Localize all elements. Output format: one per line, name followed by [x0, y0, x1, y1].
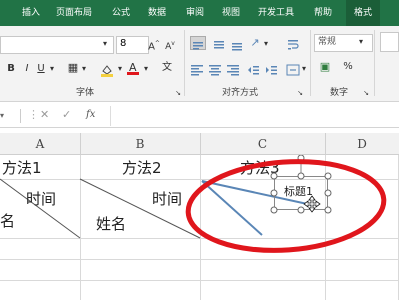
cell-a1[interactable]: 方法1	[2, 157, 42, 178]
cell-a2-time: 时间	[26, 190, 57, 208]
ribbon-tab-strip: 插入 页面布局 公式 数据 审阅 视图 开发工具 帮助 格式	[0, 0, 399, 26]
merge-center-icon[interactable]	[286, 62, 300, 76]
percent-style-icon[interactable]: %	[342, 60, 354, 74]
font-group-label: 字体	[76, 88, 95, 98]
phonetic-icon[interactable]: 文	[160, 61, 174, 75]
increase-font-icon[interactable]: A^	[148, 37, 160, 54]
font-name-box[interactable]	[0, 36, 114, 54]
formula-input[interactable]	[110, 106, 399, 126]
orientation-dropdown-icon[interactable]: ▾	[262, 37, 270, 51]
font-dialog-launcher-icon[interactable]: ↘	[174, 86, 182, 100]
column-header-c[interactable]: C	[200, 133, 326, 155]
underline-icon[interactable]: U	[36, 62, 46, 76]
column-header-b[interactable]: B	[80, 133, 201, 155]
name-box-dropdown-icon[interactable]: ▾	[0, 106, 8, 126]
cell-b1[interactable]: 方法2	[122, 157, 162, 178]
bold-icon[interactable]: B	[6, 62, 16, 76]
group-separator	[310, 30, 311, 96]
styles-gallery[interactable]	[380, 32, 399, 52]
column-header-row: A B C D	[0, 133, 399, 155]
fill-dropdown-icon[interactable]: ▾	[116, 62, 124, 76]
align-center-icon[interactable]	[208, 62, 222, 76]
font-name-dropdown-icon[interactable]: ▾	[100, 37, 110, 51]
tab-help[interactable]: 帮助	[314, 0, 332, 26]
cell-a2-name: 名	[0, 212, 16, 230]
font-size-box[interactable]: 8	[116, 36, 149, 54]
increase-indent-icon[interactable]	[264, 62, 278, 76]
column-header-d[interactable]: D	[325, 133, 399, 155]
orientation-icon[interactable]: ↗	[248, 36, 262, 50]
formula-menu-icon[interactable]: ⋮	[28, 108, 40, 122]
insert-function-icon[interactable]: fx	[86, 107, 102, 123]
tab-data[interactable]: 数据	[148, 0, 166, 26]
tab-formulas[interactable]: 公式	[112, 0, 130, 26]
alignment-dialog-launcher-icon[interactable]: ↘	[296, 86, 304, 100]
worksheet-grid[interactable]: 方法1 方法2 方法3 时间 名 时间 姓名 标题1	[0, 155, 399, 300]
cell-b2-time: 时间	[152, 190, 183, 208]
font-color-dropdown-icon[interactable]: ▾	[142, 62, 150, 76]
font-color-icon[interactable]: A	[126, 60, 140, 76]
border-icon[interactable]: ▦	[66, 61, 80, 75]
number-dialog-launcher-icon[interactable]: ↘	[362, 86, 370, 100]
tab-insert[interactable]: 插入	[22, 0, 40, 26]
accounting-format-icon[interactable]: ▣	[318, 60, 332, 74]
group-separator	[374, 30, 375, 96]
ribbon-panel: ▾ 8 A^ Av B I U ▾ ▦ ▾ ▾ A ▾ 文 字体 ↘ ↗ ▾ ▾…	[0, 26, 399, 102]
tab-page-layout[interactable]: 页面布局	[56, 0, 92, 26]
alignment-group-label: 对齐方式	[222, 88, 259, 98]
formula-divider	[20, 109, 21, 123]
border-dropdown-icon[interactable]: ▾	[80, 62, 88, 76]
formula-bar: ▾ ⋮ ✕ ✓ fx	[0, 104, 399, 128]
wrap-text-icon[interactable]	[286, 36, 300, 50]
align-left-icon[interactable]	[190, 62, 204, 76]
middle-align-icon[interactable]	[212, 36, 226, 50]
tab-format[interactable]: 格式	[346, 0, 381, 26]
italic-icon[interactable]: I	[22, 62, 32, 76]
cell-b2-name: 姓名	[96, 215, 127, 233]
fill-color-icon[interactable]	[100, 62, 114, 77]
number-group-label: 数字	[330, 88, 349, 98]
decrease-indent-icon[interactable]	[246, 62, 260, 76]
red-annotation-ellipse	[185, 159, 387, 253]
top-align-icon[interactable]	[190, 36, 206, 50]
decrease-font-icon[interactable]: Av	[164, 37, 176, 54]
tab-developer[interactable]: 开发工具	[258, 0, 294, 26]
group-separator	[184, 30, 185, 96]
enter-icon[interactable]: ✓	[62, 107, 76, 123]
merge-dropdown-icon[interactable]: ▾	[300, 62, 308, 76]
column-header-a[interactable]: A	[0, 133, 81, 155]
bottom-align-icon[interactable]	[230, 36, 244, 51]
number-format-dropdown-icon[interactable]: ▾	[356, 35, 366, 49]
cancel-icon[interactable]: ✕	[40, 107, 54, 123]
underline-dropdown-icon[interactable]: ▾	[48, 62, 56, 76]
align-right-icon[interactable]	[226, 62, 240, 76]
tab-review[interactable]: 审阅	[186, 0, 204, 26]
tab-view[interactable]: 视图	[222, 0, 240, 26]
